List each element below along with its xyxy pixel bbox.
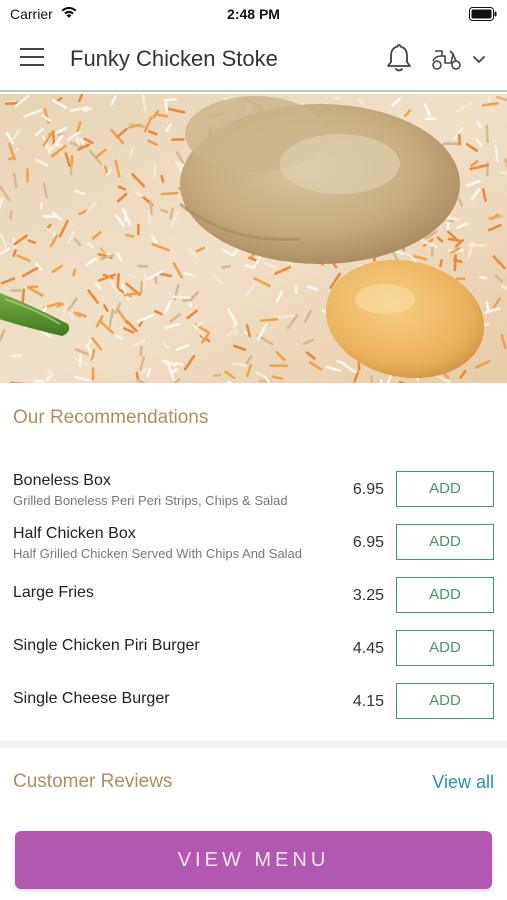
item-name: Large Fries <box>13 584 94 601</box>
add-button[interactable]: ADD <box>396 524 494 560</box>
add-button[interactable]: ADD <box>396 683 494 719</box>
section-divider <box>0 741 507 748</box>
item-price: 4.15 <box>352 693 384 710</box>
item-name: Single Cheese Burger <box>13 690 170 707</box>
hero-food-image <box>0 94 507 383</box>
item-price: 6.95 <box>352 481 384 498</box>
item-name: Single Chicken Piri Burger <box>13 637 200 654</box>
list-item: Large Fries 3.25 ADD <box>0 568 507 621</box>
list-item: Single Cheese Burger 4.15 ADD <box>0 674 507 727</box>
bell-icon[interactable] <box>384 42 414 74</box>
list-item: Boneless Box Grilled Boneless Peri Peri … <box>0 462 507 515</box>
item-name: Boneless Box <box>13 472 111 489</box>
scooter-icon[interactable] <box>430 46 464 72</box>
battery-icon <box>469 7 497 26</box>
add-button[interactable]: ADD <box>396 577 494 613</box>
item-price: 3.25 <box>352 587 384 604</box>
status-time: 2:48 PM <box>227 6 280 22</box>
add-button[interactable]: ADD <box>396 471 494 507</box>
view-all-link[interactable]: View all <box>432 772 494 793</box>
status-bar: Carrier 2:48 PM <box>0 0 507 28</box>
list-item: Single Chicken Piri Burger 4.45 ADD <box>0 621 507 674</box>
item-description: Grilled Boneless Peri Peri Strips, Chips… <box>13 493 288 508</box>
item-price: 6.95 <box>352 534 384 551</box>
reviews-heading: Customer Reviews <box>13 771 173 792</box>
app-header: Funky Chicken Stoke <box>0 28 507 92</box>
page-title: Funky Chicken Stoke <box>70 46 278 71</box>
recommendations-heading: Our Recommendations <box>13 407 209 428</box>
chevron-down-icon[interactable] <box>470 50 488 68</box>
item-name: Half Chicken Box <box>13 525 136 542</box>
item-price: 4.45 <box>352 640 384 657</box>
add-button[interactable]: ADD <box>396 630 494 666</box>
list-item: Half Chicken Box Half Grilled Chicken Se… <box>0 515 507 568</box>
recommendations-list: Boneless Box Grilled Boneless Peri Peri … <box>0 462 507 727</box>
view-menu-button[interactable]: VIEW MENU <box>15 831 492 889</box>
item-description: Half Grilled Chicken Served With Chips A… <box>13 546 303 561</box>
hamburger-menu-icon[interactable] <box>20 48 50 70</box>
